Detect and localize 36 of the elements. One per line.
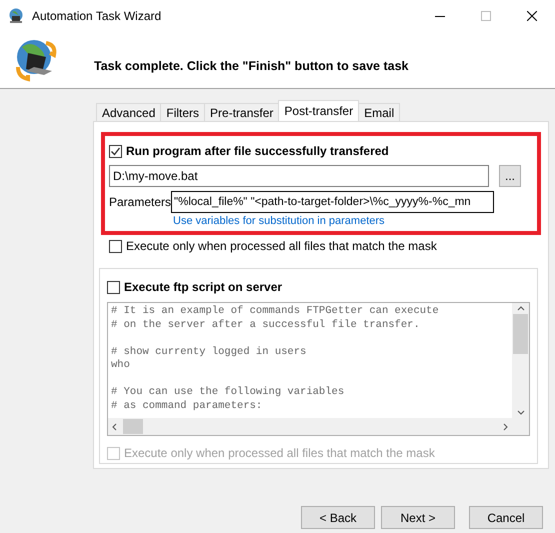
- scroll-left-icon[interactable]: [112, 422, 117, 430]
- script-line: # show currenty logged in users: [111, 346, 308, 359]
- scroll-thumb[interactable]: [513, 314, 528, 354]
- header-message: Task complete. Click the "Finish" button to save task: [94, 59, 408, 73]
- tab[interactable]: Advanced: [96, 103, 162, 121]
- program-path-field[interactable]: D:\my-move.bat: [109, 165, 489, 187]
- scroll-thumb[interactable]: [123, 419, 143, 434]
- wizard-button[interactable]: Next >: [381, 506, 455, 529]
- checkbox[interactable]: [107, 280, 120, 294]
- script-line: who: [111, 359, 131, 372]
- scroll-up-icon[interactable]: [516, 306, 524, 311]
- script-line: # as command parameters:: [111, 400, 264, 413]
- parameters-label: Parameters: [109, 195, 172, 209]
- parameters-field[interactable]: "%local_file%" "<path-to-target-folder>\%c_yyyy%-%c_mn: [171, 191, 494, 213]
- checkbox-label: Execute ftp script on server: [124, 280, 282, 294]
- variables-link[interactable]: Use variables for substitution in parameters: [173, 215, 385, 227]
- script-line: # You can use the following variables: [111, 386, 346, 400]
- checkbox-label: Execute only when processed all files that match the mask: [126, 239, 437, 253]
- checkbox[interactable]: [109, 240, 122, 252]
- script-textarea[interactable]: [107, 302, 530, 436]
- wizard-button[interactable]: Cancel: [469, 506, 543, 529]
- checkbox-label: Execute only when processed all files that match the mask: [124, 446, 435, 460]
- tab[interactable]: Email: [358, 103, 400, 121]
- wizard-button[interactable]: < Back: [301, 506, 375, 529]
- scroll-right-icon[interactable]: [503, 422, 508, 430]
- horizontal-scrollbar[interactable]: [108, 418, 512, 435]
- window-title: Automation Task Wizard: [32, 9, 162, 23]
- tab[interactable]: Post-transfer: [278, 100, 360, 121]
- checkbox-label: Run program after file successfully transfered: [126, 144, 389, 158]
- script-line: # It is an example of commands FTPGetter can execute: [111, 305, 440, 318]
- checkbox[interactable]: [109, 144, 122, 158]
- scroll-down-icon[interactable]: [516, 410, 524, 415]
- globe-laptop-icon: [8, 8, 24, 24]
- script-line: # on the server after a successful file transfer.: [111, 318, 421, 332]
- vertical-scrollbar[interactable]: [512, 303, 529, 435]
- browse-button[interactable]: ...: [499, 165, 521, 187]
